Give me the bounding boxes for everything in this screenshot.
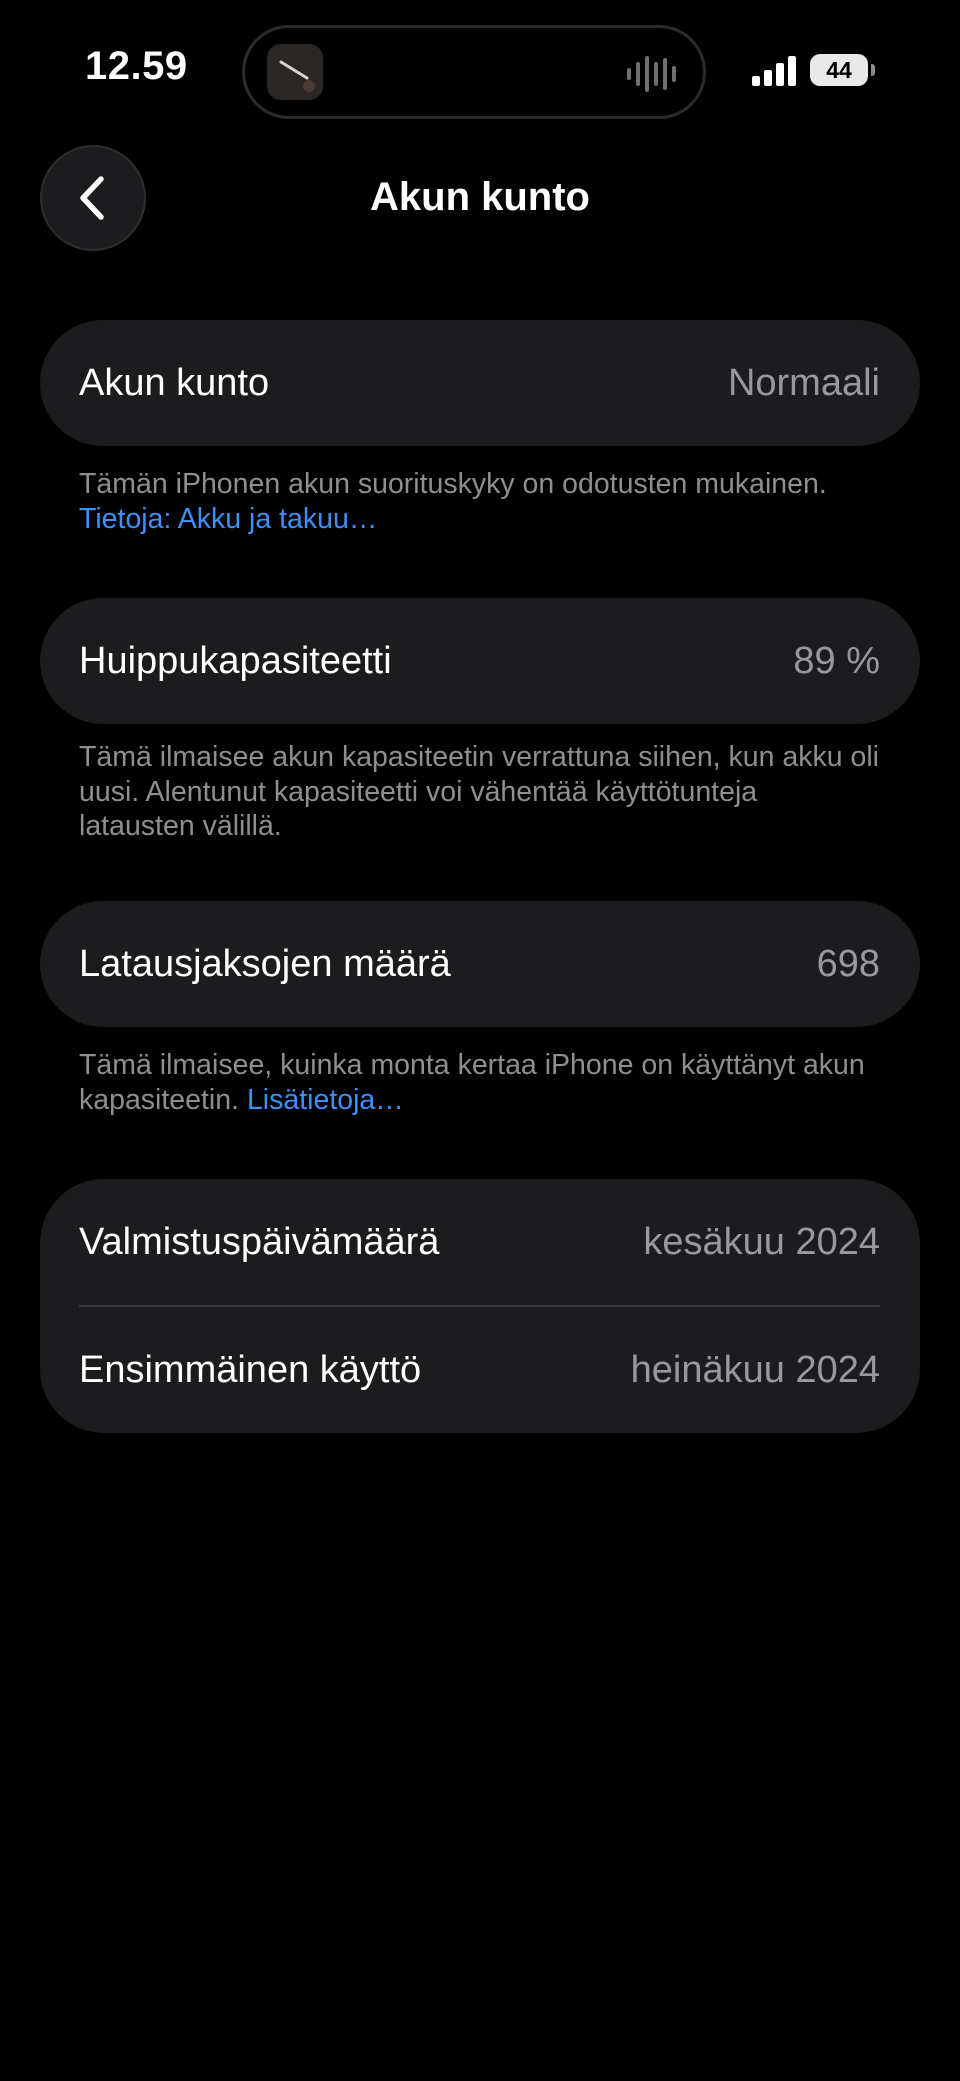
battery-health-card: Akun kunto Normaali bbox=[40, 320, 920, 446]
battery-health-label: Akun kunto bbox=[79, 361, 270, 404]
first-use-value: heinäkuu 2024 bbox=[630, 1348, 880, 1391]
battery-health-row: Akun kunto Normaali bbox=[40, 320, 920, 446]
dynamic-island[interactable] bbox=[242, 25, 706, 119]
cycle-count-label: Latausjaksojen määrä bbox=[79, 942, 451, 985]
peak-capacity-note: Tämä ilmaisee akun kapasiteetin verrattu… bbox=[79, 741, 880, 842]
status-time: 12.59 bbox=[85, 44, 188, 88]
cycle-count-row: Latausjaksojen määrä 698 bbox=[40, 901, 920, 1027]
battery-health-note: Tämän iPhonen akun suorituskyky on odotu… bbox=[79, 468, 827, 500]
first-use-row: Ensimmäinen käyttö heinäkuu 2024 bbox=[40, 1307, 920, 1433]
battery-warranty-link[interactable]: Tietoja: Akku ja takuu… bbox=[79, 503, 377, 535]
battery-dates-card: Valmistuspäivämäärä kesäkuu 2024 Ensimmä… bbox=[40, 1179, 920, 1433]
battery-health-value: Normaali bbox=[727, 361, 880, 404]
learn-more-link[interactable]: Lisätietoja… bbox=[247, 1084, 404, 1116]
peak-capacity-value: 89 % bbox=[793, 639, 880, 682]
battery-icon: 44 bbox=[810, 54, 868, 86]
first-use-label: Ensimmäinen käyttö bbox=[79, 1348, 422, 1391]
cycle-count-footnote: Tämä ilmaisee, kuinka monta kertaa iPhon… bbox=[79, 1048, 879, 1117]
cycle-count-note: Tämä ilmaisee, kuinka monta kertaa iPhon… bbox=[79, 1049, 865, 1116]
cellular-signal-icon bbox=[752, 56, 798, 91]
now-playing-app-icon[interactable] bbox=[267, 44, 323, 100]
cycle-count-value: 698 bbox=[816, 942, 880, 985]
peak-capacity-label: Huippukapasiteetti bbox=[79, 639, 392, 682]
peak-capacity-card: Huippukapasiteetti 89 % bbox=[40, 598, 920, 724]
cycle-count-card: Latausjaksojen määrä 698 bbox=[40, 901, 920, 1027]
page-title: Akun kunto bbox=[370, 175, 590, 219]
peak-capacity-footnote: Tämä ilmaisee akun kapasiteetin verrattu… bbox=[79, 740, 879, 844]
manufacture-date-row: Valmistuspäivämäärä kesäkuu 2024 bbox=[40, 1179, 920, 1305]
audio-waveform-icon bbox=[625, 56, 679, 97]
manufacture-date-value: kesäkuu 2024 bbox=[643, 1220, 880, 1263]
battery-level: 44 bbox=[826, 56, 852, 83]
peak-capacity-row: Huippukapasiteetti 89 % bbox=[40, 598, 920, 724]
battery-cap bbox=[871, 64, 875, 76]
manufacture-date-label: Valmistuspäivämäärä bbox=[79, 1220, 440, 1263]
battery-health-footnote: Tämän iPhonen akun suorituskyky on odotu… bbox=[79, 467, 879, 536]
